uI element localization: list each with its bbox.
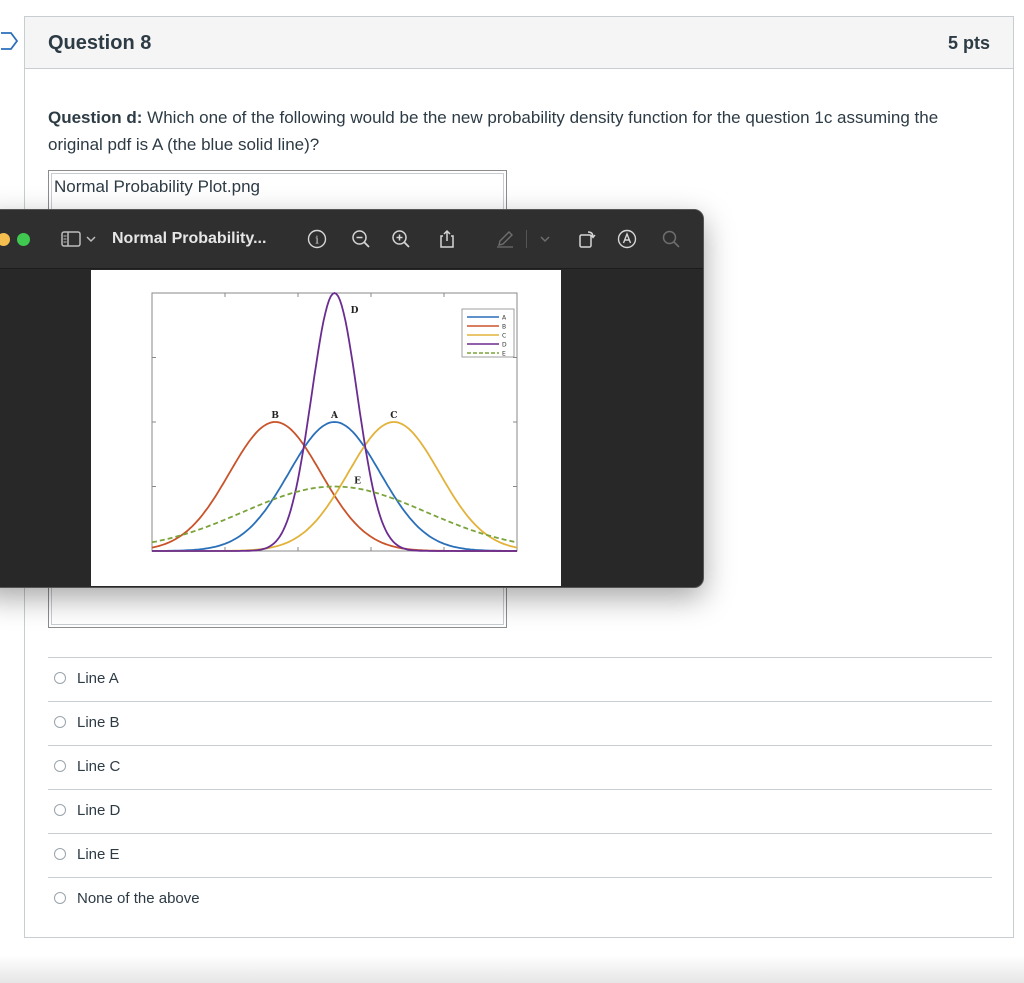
share-icon[interactable] bbox=[437, 229, 457, 249]
answer-option[interactable]: None of the above bbox=[48, 877, 992, 921]
zoom-out-icon[interactable] bbox=[351, 229, 371, 249]
radio-button[interactable] bbox=[54, 716, 66, 728]
answer-label[interactable]: Line A bbox=[77, 670, 119, 687]
svg-text:i: i bbox=[315, 234, 319, 247]
toolbar-divider bbox=[526, 230, 527, 248]
annotation-e: E bbox=[354, 477, 361, 487]
answer-option[interactable]: Line E bbox=[48, 833, 992, 877]
question-prompt-label: Question d: bbox=[48, 108, 143, 127]
radio-button[interactable] bbox=[54, 672, 66, 684]
legend-label-b: B bbox=[502, 324, 506, 331]
legend-label-e: E bbox=[502, 351, 506, 358]
annotation-d: D bbox=[351, 306, 359, 316]
window-title: Normal Probability... bbox=[112, 230, 267, 247]
question-flag-icon[interactable] bbox=[0, 31, 18, 51]
bottom-scroll-area bbox=[0, 955, 1024, 983]
rotate-icon[interactable] bbox=[577, 229, 597, 249]
answer-label[interactable]: Line B bbox=[77, 714, 120, 731]
question-points: 5 pts bbox=[947, 33, 990, 53]
pdf-chart: B A CDEABCDE bbox=[151, 292, 518, 552]
series-line-b bbox=[151, 421, 517, 552]
annotation-c: C bbox=[390, 411, 397, 421]
radio-button[interactable] bbox=[54, 848, 66, 860]
answer-label[interactable]: Line D bbox=[77, 802, 120, 819]
markup-icon[interactable] bbox=[617, 229, 637, 249]
answer-option[interactable]: Line D bbox=[48, 789, 992, 833]
answer-option[interactable]: Line B bbox=[48, 701, 992, 745]
answer-label[interactable]: Line E bbox=[77, 846, 120, 863]
question-prompt-text: Which one of the following would be the … bbox=[48, 108, 939, 154]
preview-window[interactable]: Normal Probability... i B A C D E A B C … bbox=[0, 209, 704, 588]
answer-option[interactable]: Line A bbox=[48, 657, 992, 701]
info-icon[interactable]: i bbox=[307, 229, 327, 249]
radio-button[interactable] bbox=[54, 892, 66, 904]
legend-label-d: D bbox=[502, 342, 507, 349]
search-icon[interactable] bbox=[661, 229, 681, 249]
series-line-a bbox=[151, 421, 518, 552]
fullscreen-button[interactable] bbox=[17, 233, 30, 246]
legend-label-c: C bbox=[502, 333, 506, 340]
question-header: Question 8 5 pts bbox=[25, 17, 1013, 69]
answer-list: Line A Line B Line C Line D Line E None … bbox=[48, 657, 992, 921]
radio-button[interactable] bbox=[54, 760, 66, 772]
chevron-down-icon[interactable] bbox=[85, 229, 97, 249]
zoom-in-icon[interactable] bbox=[391, 229, 411, 249]
chevron-down-icon[interactable] bbox=[539, 229, 551, 249]
radio-button[interactable] bbox=[54, 804, 66, 816]
sidebar-icon[interactable] bbox=[61, 229, 81, 249]
question-prompt: Question d: Which one of the following w… bbox=[48, 104, 978, 158]
annotation-b: B bbox=[271, 411, 279, 421]
image-canvas: BACDEABCDE bbox=[91, 270, 561, 586]
answer-option[interactable]: Line C bbox=[48, 745, 992, 789]
preview-toolbar: Normal Probability... i bbox=[0, 210, 703, 269]
annotation-a: A bbox=[330, 411, 339, 421]
markup-pen-icon[interactable] bbox=[495, 229, 515, 249]
minimize-button[interactable] bbox=[0, 233, 10, 246]
answer-label[interactable]: None of the above bbox=[77, 890, 200, 907]
question-title: Question 8 bbox=[48, 32, 152, 54]
image-filename: Normal Probability Plot.png bbox=[54, 177, 260, 196]
series-line-c bbox=[152, 421, 518, 552]
answer-label[interactable]: Line C bbox=[77, 758, 120, 775]
